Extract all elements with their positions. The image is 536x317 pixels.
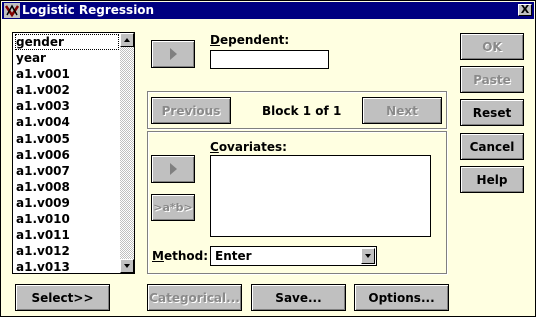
window-title: Logistic Regression <box>22 3 155 17</box>
dependent-field[interactable] <box>210 50 329 69</box>
options-button[interactable]: Options... <box>354 284 449 311</box>
list-item[interactable]: a1.v002 <box>15 82 119 98</box>
list-item[interactable]: a1.v003 <box>15 98 119 114</box>
list-item[interactable]: a1.v008 <box>15 179 119 195</box>
dependent-label: Dependent: <box>210 33 290 47</box>
previous-block-button[interactable]: Previous <box>151 97 231 124</box>
spss-app-icon <box>4 3 20 18</box>
list-item[interactable]: a1.v004 <box>15 114 119 130</box>
help-button[interactable]: Help <box>460 166 524 193</box>
arrow-up-icon <box>124 38 130 42</box>
interaction-button[interactable]: >a*b> <box>151 194 195 221</box>
method-value: Enter <box>215 249 252 263</box>
close-icon: X <box>520 3 530 16</box>
title-bar[interactable]: Logistic Regression X <box>2 2 534 19</box>
method-label: Method: <box>152 249 209 263</box>
logistic-regression-dialog: Logistic Regression X gender year a1.v00… <box>0 0 536 317</box>
scroll-up-button[interactable] <box>120 33 134 47</box>
chevron-down-icon <box>365 254 371 258</box>
list-item[interactable]: a1.v012 <box>15 243 119 259</box>
list-item[interactable]: a1.v013 <box>15 259 119 273</box>
paste-button[interactable]: Paste <box>460 66 524 93</box>
list-item[interactable]: a1.v011 <box>15 227 119 243</box>
cancel-button[interactable]: Cancel <box>460 133 524 160</box>
list-item[interactable]: year <box>15 50 119 66</box>
categorical-button[interactable]: Categorical... <box>147 284 242 311</box>
next-block-button[interactable]: Next <box>362 97 442 124</box>
right-arrow-icon <box>169 163 177 175</box>
move-to-covariates-button[interactable] <box>151 155 195 183</box>
source-variable-list[interactable]: gender year a1.v001 a1.v002 a1.v003 a1.v… <box>12 32 135 274</box>
list-item[interactable]: a1.v006 <box>15 147 119 163</box>
list-item[interactable]: a1.v009 <box>15 195 119 211</box>
vertical-scrollbar[interactable] <box>120 33 134 273</box>
reset-button[interactable]: Reset <box>460 99 524 126</box>
ok-button[interactable]: OK <box>460 33 524 60</box>
covariates-list[interactable] <box>210 155 431 237</box>
block-status: Block 1 of 1 <box>262 104 342 118</box>
list-item[interactable]: a1.v010 <box>15 211 119 227</box>
right-arrow-icon <box>169 48 177 60</box>
list-item[interactable]: a1.v001 <box>15 66 119 82</box>
save-button[interactable]: Save... <box>251 284 346 311</box>
covariates-label: Covariates: <box>210 140 287 154</box>
list-item[interactable]: a1.v005 <box>15 131 119 147</box>
list-item[interactable]: gender <box>15 34 119 51</box>
close-button[interactable]: X <box>518 4 532 16</box>
method-select[interactable]: Enter <box>210 246 377 266</box>
dropdown-button[interactable] <box>361 248 375 264</box>
arrow-down-icon <box>124 264 130 268</box>
move-to-dependent-button[interactable] <box>151 40 195 68</box>
scroll-down-button[interactable] <box>120 259 134 273</box>
list-item[interactable]: a1.v007 <box>15 163 119 179</box>
select-button[interactable]: Select>> <box>15 284 110 311</box>
